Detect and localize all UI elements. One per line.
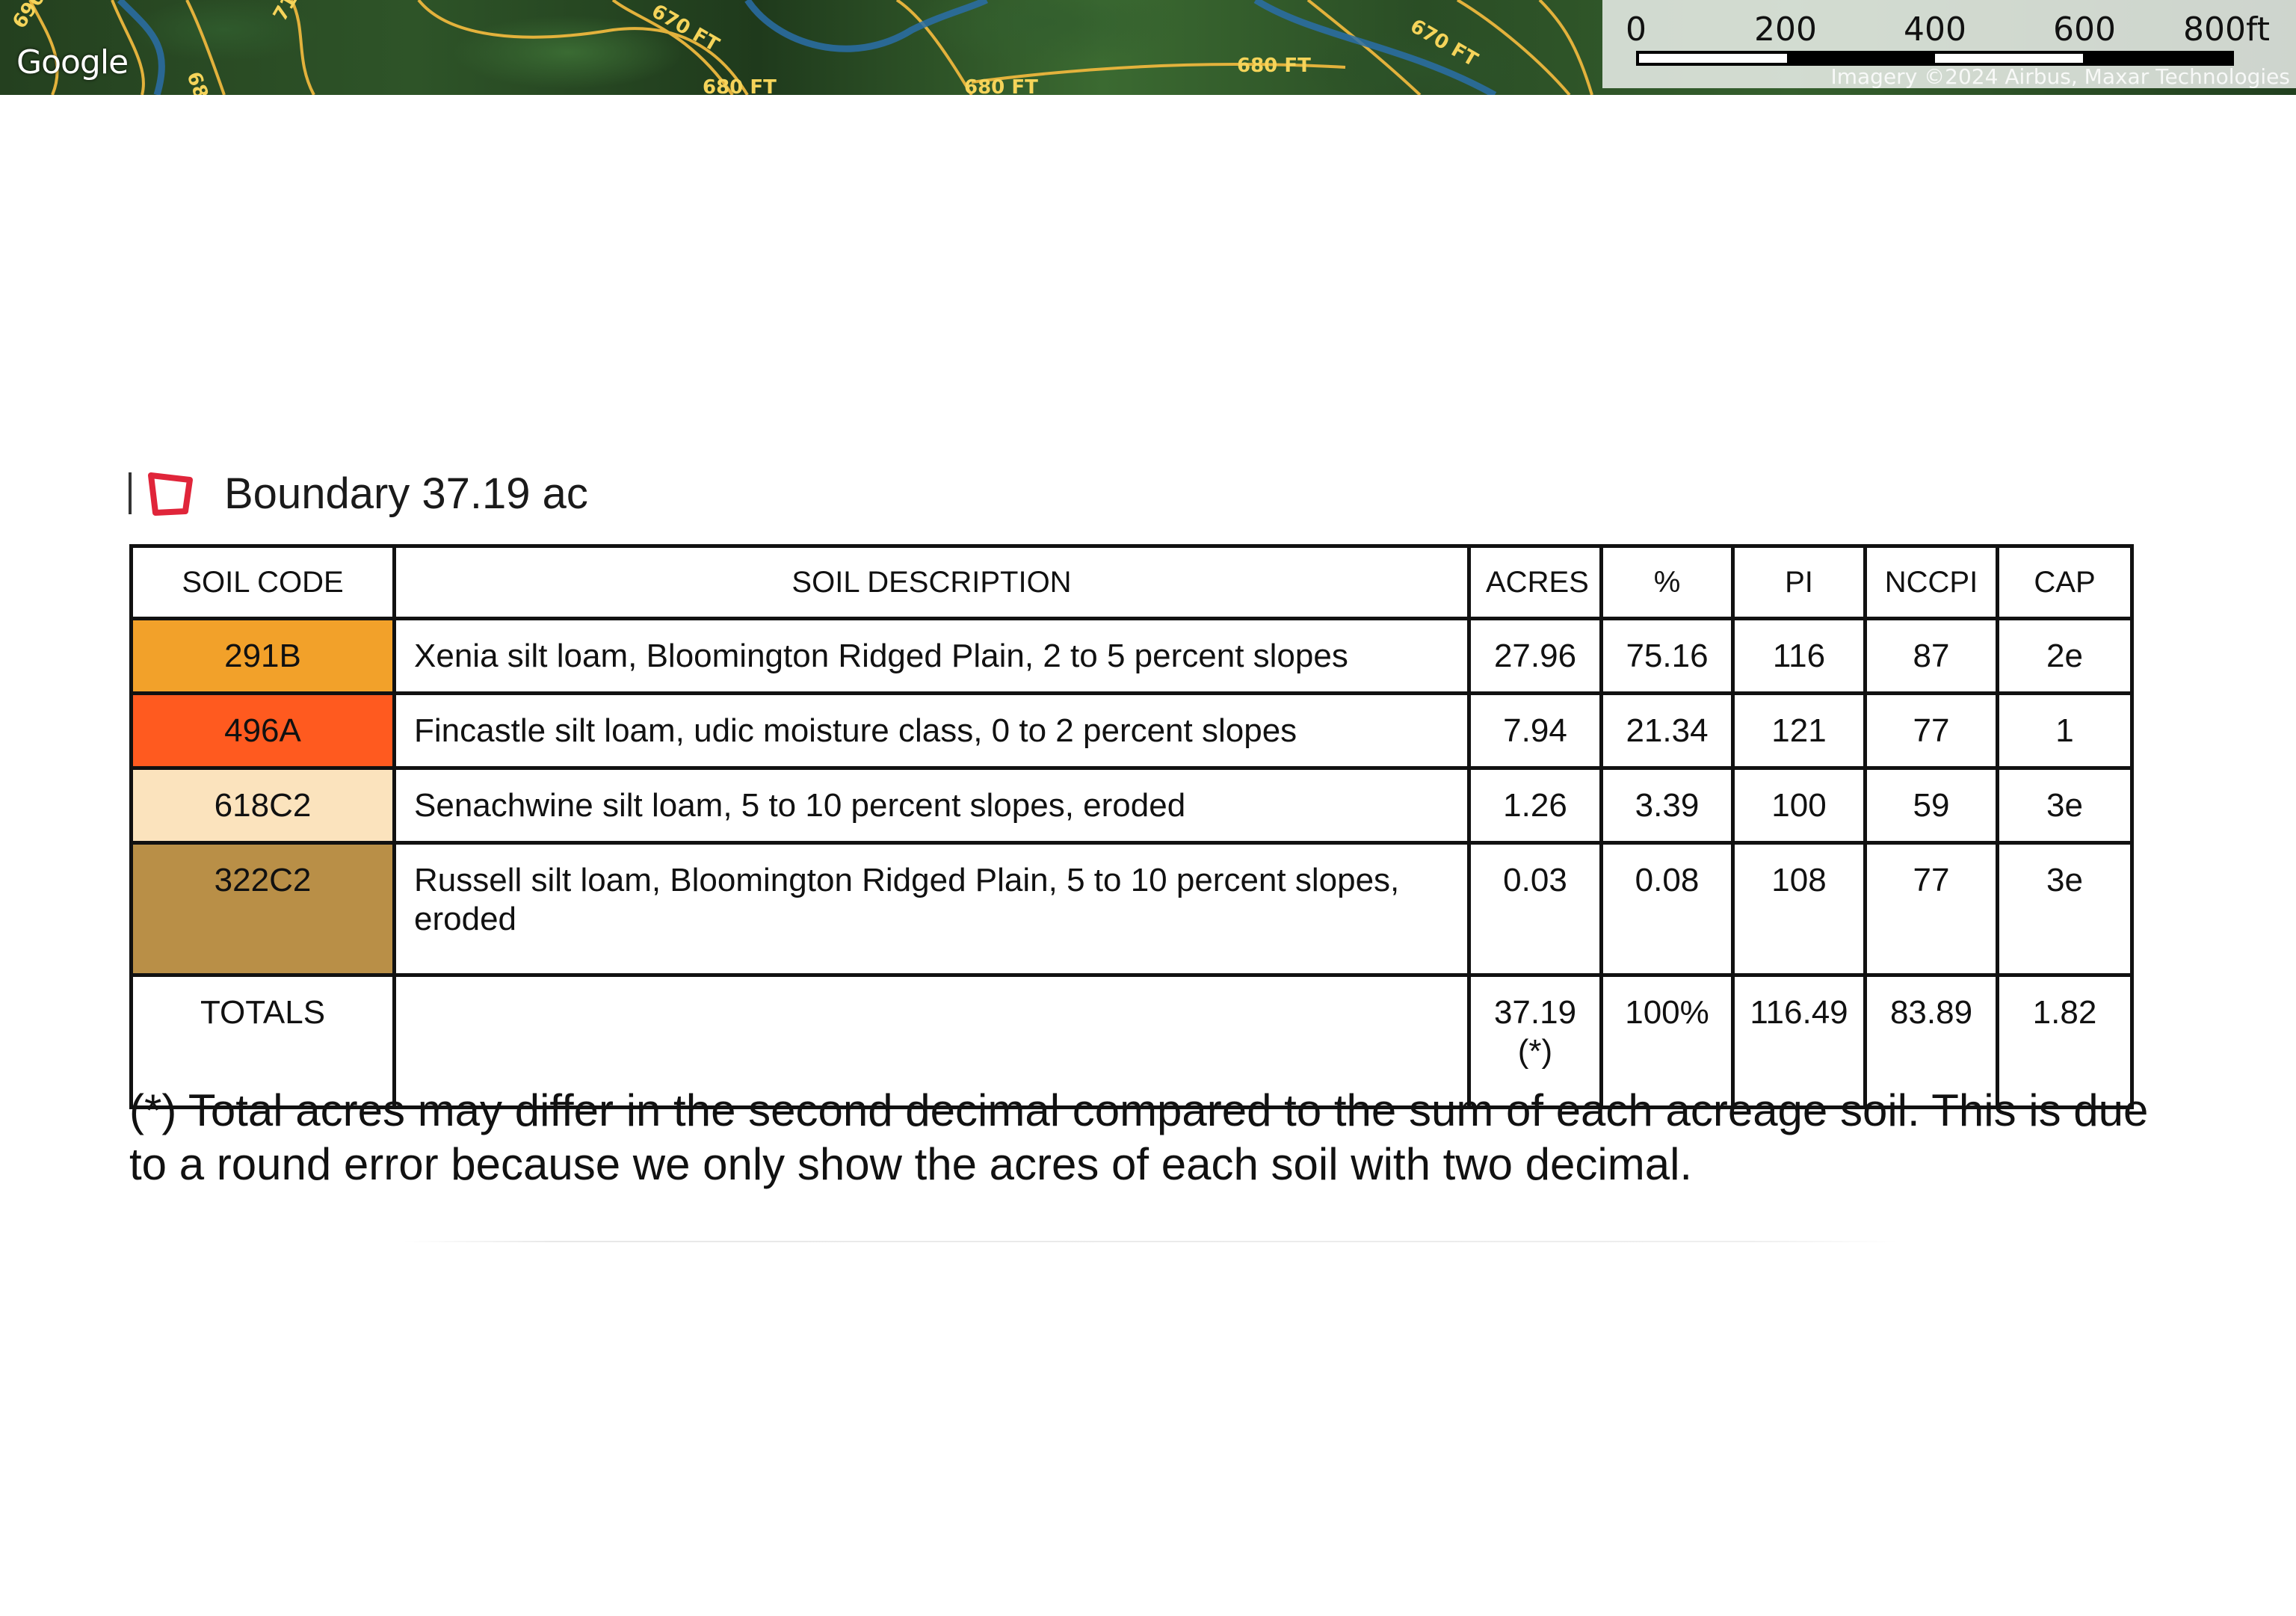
table-row: 322C2 Russell silt loam, Bloomington Rid…	[129, 841, 2134, 977]
acres-cell: 27.96	[1467, 617, 1603, 695]
google-logo: Google	[16, 43, 129, 81]
table-header-row: SOIL CODE SOIL DESCRIPTION ACRES % PI NC…	[129, 544, 2134, 620]
cap-cell: 3e	[1996, 841, 2134, 977]
soil-table: SOIL CODE SOIL DESCRIPTION ACRES % PI NC…	[129, 544, 2134, 1109]
soil-code-cell: 291B	[129, 617, 396, 695]
soil-description-cell: Russell silt loam, Bloomington Ridged Pl…	[392, 841, 1471, 977]
header-percent: %	[1599, 544, 1735, 620]
table-row: 618C2 Senachwine silt loam, 5 to 10 perc…	[129, 766, 2134, 845]
cap-cell: 2e	[1996, 617, 2134, 695]
percent-cell: 75.16	[1599, 617, 1735, 695]
scale-label: 800ft	[2183, 10, 2270, 49]
acres-cell: 0.03	[1467, 841, 1603, 977]
pi-cell: 100	[1731, 766, 1867, 845]
map-strip[interactable]: 690 FT 680 710 670 FT 680 FT 680 FT 680 …	[0, 0, 2296, 95]
percent-cell: 0.08	[1599, 841, 1735, 977]
cap-cell: 3e	[1996, 766, 2134, 845]
header-nccpi: NCCPI	[1863, 544, 1999, 620]
soil-description-cell: Xenia silt loam, Bloomington Ridged Plai…	[392, 617, 1471, 695]
soil-code-cell: 618C2	[129, 766, 396, 845]
contour-label: 680	[182, 69, 217, 95]
soil-description-cell: Senachwine silt loam, 5 to 10 percent sl…	[392, 766, 1471, 845]
scale-label: 200	[1754, 10, 1817, 49]
legend-divider	[129, 472, 132, 514]
pi-cell: 121	[1731, 691, 1867, 770]
scale-bar	[1636, 51, 2234, 66]
header-soil-description: SOIL DESCRIPTION	[392, 544, 1471, 620]
header-soil-code: SOIL CODE	[129, 544, 396, 620]
contour-label: 710	[269, 0, 309, 25]
header-cap: CAP	[1996, 544, 2134, 620]
pi-cell: 108	[1731, 841, 1867, 977]
table-row: 496A Fincastle silt loam, udic moisture …	[129, 691, 2134, 770]
percent-cell: 3.39	[1599, 766, 1735, 845]
scale-label: 0	[1626, 10, 1647, 49]
nccpi-cell: 77	[1863, 841, 1999, 977]
boundary-title: Boundary 37.19 ac	[224, 469, 588, 518]
boundary-legend: Boundary 37.19 ac	[129, 463, 588, 523]
soil-description-cell: Fincastle silt loam, udic moisture class…	[392, 691, 1471, 770]
cap-cell: 1	[1996, 691, 2134, 770]
nccpi-cell: 87	[1863, 617, 1999, 695]
contour-label: 680 FT	[1237, 55, 1311, 77]
soil-code-cell: 322C2	[129, 841, 396, 977]
scale-label: 600	[2053, 10, 2116, 49]
header-pi: PI	[1731, 544, 1867, 620]
footnote: (*) Total acres may differ in the second…	[129, 1085, 2149, 1189]
soil-code-cell: 496A	[129, 691, 396, 770]
percent-cell: 21.34	[1599, 691, 1735, 770]
acres-cell: 7.94	[1467, 691, 1603, 770]
acres-cell: 1.26	[1467, 766, 1603, 845]
contour-label: 680 FT	[703, 76, 777, 95]
scale-label: 400	[1904, 10, 1966, 49]
pi-cell: 116	[1731, 617, 1867, 695]
contour-label: 680 FT	[964, 76, 1038, 95]
table-row: 291B Xenia silt loam, Bloomington Ridged…	[129, 617, 2134, 695]
boundary-polygon-icon	[148, 472, 193, 516]
nccpi-cell: 59	[1863, 766, 1999, 845]
header-acres: ACRES	[1467, 544, 1603, 620]
map-attribution: Imagery ©2024 Airbus, Maxar Technologies	[1830, 64, 2290, 89]
divider-line	[404, 1241, 1898, 1242]
nccpi-cell: 77	[1863, 691, 1999, 770]
